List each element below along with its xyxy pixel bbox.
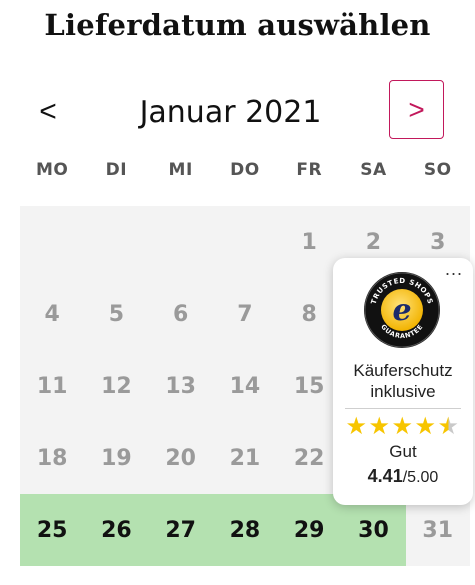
rating-value: 4.41 <box>367 466 403 486</box>
calendar-day-empty <box>20 206 84 278</box>
star-icon: ★ <box>345 413 368 440</box>
rating-score: 4.41/5.00 <box>333 466 473 487</box>
month-label: Januar 2021 <box>139 94 322 130</box>
month-navigation: < Januar 2021 > <box>18 80 456 142</box>
buyer-protection-line1: Käuferschutz <box>353 361 453 380</box>
calendar-day: 18 <box>36 445 68 471</box>
weekday-do: DO <box>230 160 260 180</box>
star-icon: ★ <box>391 413 414 440</box>
rating-max: /5.00 <box>402 469 439 486</box>
buyer-protection-line2: inklusive <box>370 382 436 401</box>
star-icon: ★ <box>414 413 437 440</box>
weekday-mo: MO <box>35 160 69 180</box>
weekday-di: DI <box>105 160 128 180</box>
calendar-day-empty <box>149 206 213 278</box>
weekday-mi: MI <box>168 160 193 180</box>
calendar-day: 1 <box>301 229 317 255</box>
calendar-day-available[interactable]: 29 <box>277 494 342 566</box>
calendar-day-available[interactable]: 27 <box>148 494 213 566</box>
calendar-day-available[interactable]: 25 <box>20 494 85 566</box>
calendar-day: 19 <box>101 445 132 471</box>
calendar-day: 11 <box>36 373 68 399</box>
weekday-so: SO <box>423 160 452 180</box>
page-title: Lieferdatum auswählen <box>44 8 431 42</box>
calendar-day: 14 <box>229 373 261 399</box>
next-month-button[interactable]: > <box>389 80 444 139</box>
calendar-day-available[interactable]: 28 <box>212 494 278 566</box>
calendar-day: 5 <box>108 301 125 327</box>
trusted-shops-seal-icon: TRUSTED SHOPS GUARANTEE e <box>364 272 440 348</box>
star-icon: ★ <box>368 413 391 440</box>
more-options-icon[interactable]: ... <box>445 260 463 278</box>
seal-letter: e <box>392 293 411 328</box>
calendar-day-empty <box>84 206 148 278</box>
calendar-day: 8 <box>301 301 317 327</box>
star-half-icon: ★ <box>437 413 460 440</box>
badge-divider <box>345 408 461 409</box>
calendar-day: 22 <box>293 445 325 471</box>
weekday-header: MO DI MI DO FR SA SO <box>20 160 470 190</box>
rating-word: Gut <box>389 442 417 461</box>
calendar-day: 20 <box>165 445 196 471</box>
trusted-shops-badge[interactable]: ... TRUSTED SHOPS GUARANTEE e Käuferschu… <box>333 258 473 505</box>
previous-month-button[interactable]: < <box>28 92 68 132</box>
calendar-day-available[interactable]: 26 <box>84 494 149 566</box>
calendar-day: 6 <box>173 301 189 327</box>
weekday-fr: FR <box>296 160 323 180</box>
star-rating: ★ ★ ★ ★ ★ <box>343 415 463 439</box>
calendar-day-empty <box>213 206 277 278</box>
calendar-day: 13 <box>165 373 196 399</box>
calendar-day: 4 <box>44 301 60 327</box>
calendar-day: 21 <box>229 445 261 471</box>
calendar-day: 12 <box>101 373 132 399</box>
calendar-day: 7 <box>237 301 253 327</box>
weekday-sa: SA <box>360 160 387 180</box>
calendar-day: 15 <box>293 373 325 399</box>
